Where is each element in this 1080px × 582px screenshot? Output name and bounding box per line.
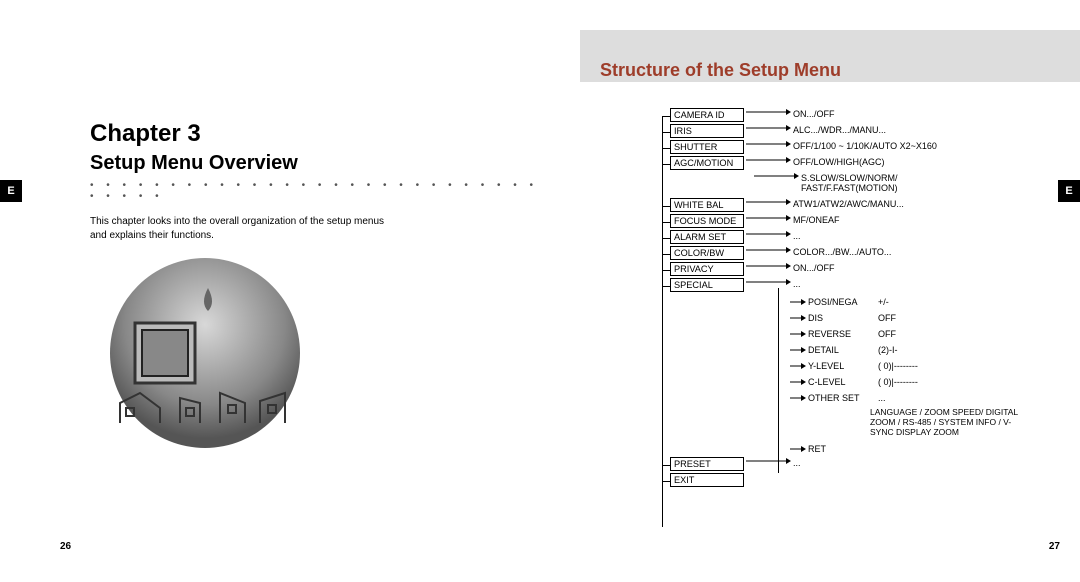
submenu-value: +/- <box>878 297 889 307</box>
submenu-label: REVERSE <box>808 329 878 339</box>
arrow-icon <box>790 362 806 370</box>
submenu-value: OFF <box>878 329 896 339</box>
connector <box>662 164 670 165</box>
connector <box>662 254 670 255</box>
menu-option: ON.../OFF <box>793 262 835 273</box>
submenu-value: ... <box>878 393 886 403</box>
submenu-label: OTHER SET <box>808 393 878 403</box>
other-set-note: LANGUAGE / ZOOM SPEED/ DIGITAL ZOOM / RS… <box>870 406 1030 437</box>
submenu-label: C-LEVEL <box>808 377 878 387</box>
connector <box>662 238 670 239</box>
menu-item: SPECIAL <box>670 278 744 292</box>
arrow-icon <box>746 246 791 254</box>
arrow-icon <box>790 346 806 354</box>
submenu-label: Y-LEVEL <box>808 361 878 371</box>
arrow-icon <box>754 172 799 180</box>
arrow-icon <box>746 198 791 206</box>
submenu-label: POSI/NEGA <box>808 297 878 307</box>
submenu-value: ( 0)|-------- <box>878 361 918 371</box>
arrow-icon <box>790 314 806 322</box>
menu-option: ... <box>793 457 801 468</box>
menu-option: MF/ONEAF <box>793 214 840 225</box>
connector <box>662 222 670 223</box>
menu-item: PRESET <box>670 457 744 471</box>
arrow-icon <box>790 394 806 402</box>
connector <box>662 286 670 287</box>
menu-item: EXIT <box>670 473 744 487</box>
menu-item: CAMERA ID <box>670 108 744 122</box>
arrow-icon <box>746 457 791 465</box>
menu-option: ALC.../WDR.../MANU... <box>793 124 886 135</box>
submenu-value: ( 0)|-------- <box>878 377 918 387</box>
page-number-left: 26 <box>60 541 71 552</box>
page-number-right: 27 <box>1049 541 1060 552</box>
menu-option: S.SLOW/SLOW/NORM/ FAST/F.FAST(MOTION) <box>801 172 898 193</box>
connector <box>662 148 670 149</box>
ret-label: RET <box>808 444 826 454</box>
arrow-icon <box>746 214 791 222</box>
menu-option: ... <box>793 278 801 289</box>
submenu-value: OFF <box>878 313 896 323</box>
connector <box>662 206 670 207</box>
arrow-icon <box>746 124 791 132</box>
menu-option: ON.../OFF <box>793 108 835 119</box>
submenu-label: DIS <box>808 313 878 323</box>
connector <box>662 116 670 117</box>
chapter-subtitle: Setup Menu Overview <box>90 152 298 175</box>
menu-item: FOCUS MODE <box>670 214 744 228</box>
menu-item: PRIVACY <box>670 262 744 276</box>
connector <box>662 465 670 466</box>
arrow-icon <box>790 378 806 386</box>
submenu-label: DETAIL <box>808 345 878 355</box>
menu-item: AGC/MOTION <box>670 156 744 170</box>
submenu-value: (2)-I- <box>878 345 898 355</box>
menu-option: ... <box>793 230 801 241</box>
menu-option: COLOR.../BW.../AUTO... <box>793 246 891 257</box>
arrow-icon <box>790 445 806 453</box>
side-tab-left: E <box>0 180 22 202</box>
chapter-title: Chapter 3 <box>90 120 201 148</box>
dot-leader: • • • • • • • • • • • • • • • • • • • • … <box>90 180 540 202</box>
menu-option: OFF/LOW/HIGH(AGC) <box>793 156 885 167</box>
chapter-intro: This chapter looks into the overall orga… <box>90 215 400 243</box>
menu-option: ATW1/ATW2/AWC/MANU... <box>793 198 904 209</box>
arrow-icon <box>746 156 791 164</box>
arrow-icon <box>746 278 791 286</box>
arrow-icon <box>790 298 806 306</box>
camera-illustration <box>90 253 320 453</box>
arrow-icon <box>746 262 791 270</box>
menu-item: COLOR/BW <box>670 246 744 260</box>
arrow-icon <box>790 330 806 338</box>
connector <box>662 132 670 133</box>
menu-item: ALARM SET <box>670 230 744 244</box>
menu-option: OFF/1/100 ~ 1/10K/AUTO X2~X160 <box>793 140 937 151</box>
connector <box>662 270 670 271</box>
page-title: Structure of the Setup Menu <box>600 60 841 81</box>
connector <box>662 481 670 482</box>
menu-tree: CAMERA ID ON.../OFF IRIS ALC.../WDR.../MANU… <box>670 108 1030 489</box>
arrow-icon <box>746 108 791 116</box>
menu-item: WHITE BAL <box>670 198 744 212</box>
menu-item: IRIS <box>670 124 744 138</box>
side-tab-right: E <box>1058 180 1080 202</box>
menu-item: SHUTTER <box>670 140 744 154</box>
arrow-icon <box>746 230 791 238</box>
arrow-icon <box>746 140 791 148</box>
